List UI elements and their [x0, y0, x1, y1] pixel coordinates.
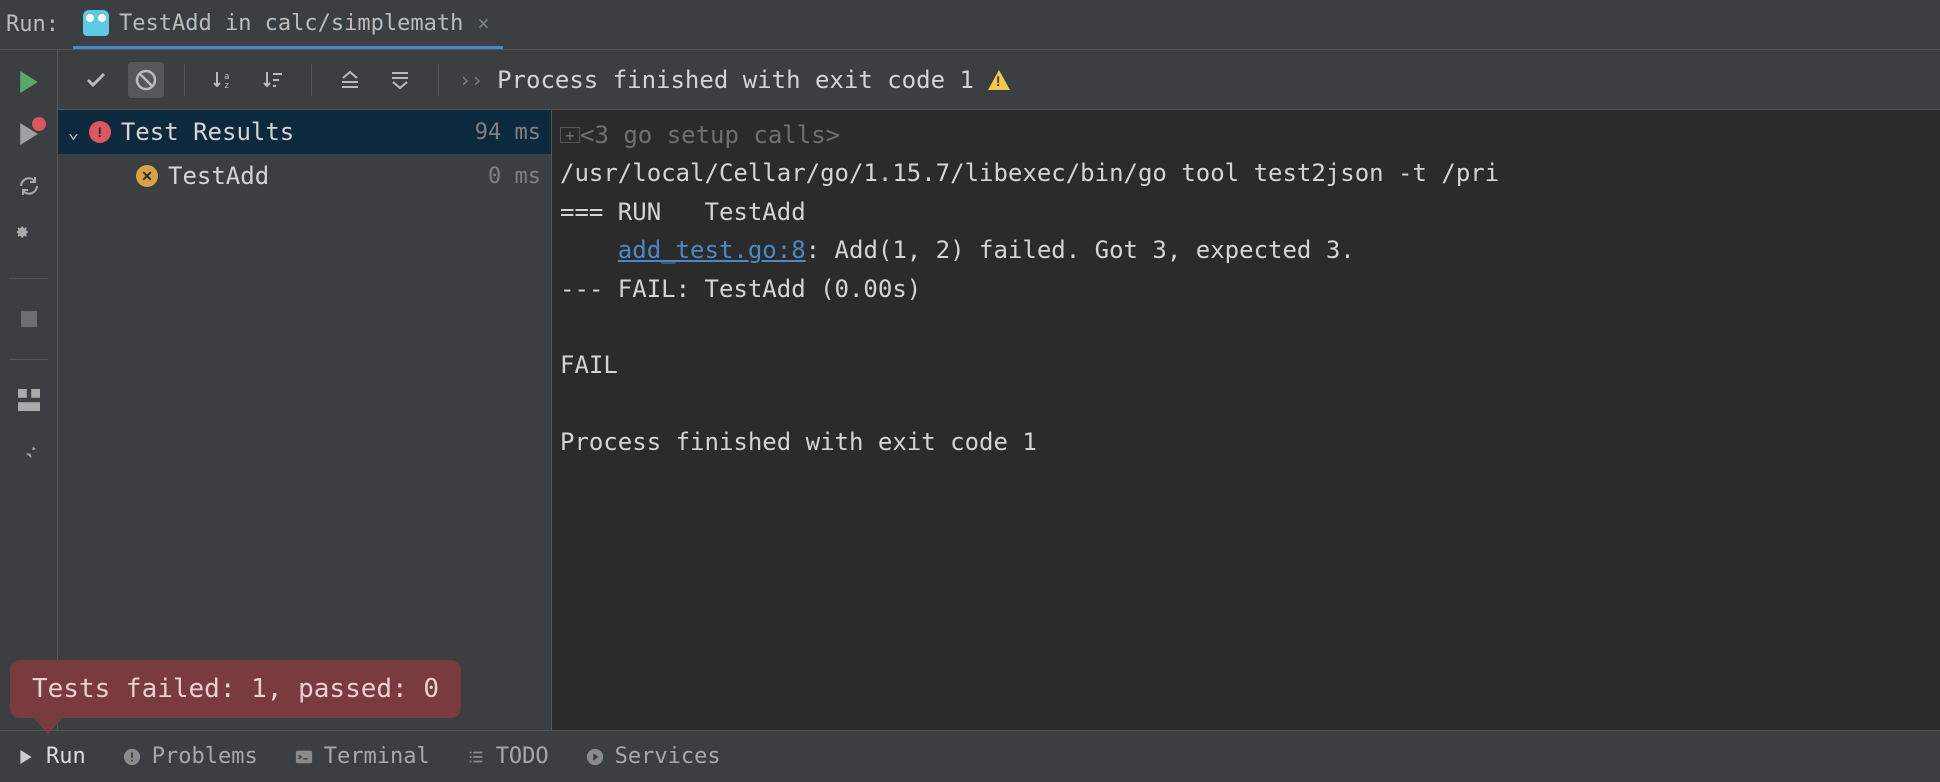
- show-passed-icon[interactable]: [78, 62, 114, 98]
- console-line: --- FAIL: TestAdd (0.00s): [560, 275, 921, 303]
- test-node[interactable]: ✕ TestAdd 0 ms: [58, 154, 551, 198]
- run-config-tab[interactable]: TestAdd in calc/simplemath ×: [73, 0, 503, 49]
- fold-line[interactable]: <3 go setup calls>: [580, 121, 840, 149]
- tab-problems[interactable]: Problems: [122, 744, 258, 769]
- todo-icon: [466, 747, 486, 767]
- separator: [184, 64, 185, 96]
- toggle-auto-test-icon[interactable]: [15, 172, 43, 200]
- pin-icon[interactable]: [15, 438, 43, 466]
- chevron-right-icon: ››: [459, 68, 483, 92]
- separator: [311, 64, 312, 96]
- source-link[interactable]: add_test.go:8: [618, 236, 806, 264]
- console-line: === RUN TestAdd: [560, 198, 806, 226]
- run-icon[interactable]: [15, 68, 43, 96]
- chevron-down-icon[interactable]: ⌄: [68, 122, 79, 143]
- gopher-icon: [83, 10, 109, 36]
- run-gutter: [0, 50, 58, 730]
- console-output[interactable]: +<3 go setup calls> /usr/local/Cellar/go…: [552, 110, 1940, 730]
- test-tree[interactable]: ⌄ ! Test Results 94 ms ✕ TestAdd 0 ms: [58, 110, 552, 730]
- test-results-root[interactable]: ⌄ ! Test Results 94 ms: [58, 110, 551, 154]
- separator: [9, 359, 49, 360]
- node-label: Test Results: [121, 118, 294, 146]
- fold-gutter-icon[interactable]: +: [560, 127, 580, 143]
- console-line: Process finished with exit code 1: [560, 428, 1037, 456]
- stop-icon[interactable]: [15, 305, 43, 333]
- tab-title: TestAdd in calc/simplemath: [119, 11, 463, 36]
- tab-todo[interactable]: TODO: [466, 744, 549, 769]
- sort-duration-icon[interactable]: [255, 62, 291, 98]
- services-icon: [585, 747, 605, 767]
- console-line: /usr/local/Cellar/go/1.15.7/libexec/bin/…: [560, 159, 1499, 187]
- tab-run[interactable]: Run: [16, 744, 86, 769]
- tab-terminal[interactable]: Terminal: [294, 744, 430, 769]
- layout-icon[interactable]: [15, 386, 43, 414]
- separator: [9, 278, 49, 279]
- node-time: 94 ms: [475, 120, 541, 145]
- tool-window-bar: Run Problems Terminal TODO Services: [0, 730, 1940, 782]
- warning-icon: [988, 70, 1010, 90]
- run-label: Run:: [6, 12, 59, 37]
- separator: [438, 64, 439, 96]
- node-time: 0 ms: [488, 164, 541, 189]
- collapse-all-icon[interactable]: [382, 62, 418, 98]
- svg-text:z: z: [224, 81, 229, 91]
- test-toolbar: az ›› Process finished with exit code 1: [58, 50, 1940, 110]
- run-tab-icon: [16, 747, 36, 767]
- console-line: : Add(1, 2) failed. Got 3, expected 3.: [806, 236, 1355, 264]
- sort-alpha-icon[interactable]: az: [205, 62, 241, 98]
- terminal-icon: [294, 747, 314, 767]
- fail-badge-icon: ✕: [136, 165, 158, 187]
- node-label: TestAdd: [168, 162, 269, 190]
- test-summary-tooltip: Tests failed: 1, passed: 0: [10, 660, 461, 718]
- tab-services[interactable]: Services: [585, 744, 721, 769]
- close-icon[interactable]: ×: [473, 11, 493, 35]
- rerun-failed-icon[interactable]: [15, 120, 43, 148]
- expand-all-icon[interactable]: [332, 62, 368, 98]
- fail-badge-icon: !: [89, 121, 111, 143]
- problems-icon: [122, 747, 142, 767]
- settings-icon[interactable]: [15, 224, 43, 252]
- process-status: Process finished with exit code 1: [497, 66, 1010, 94]
- show-ignored-icon[interactable]: [128, 62, 164, 98]
- console-line: FAIL: [560, 351, 618, 379]
